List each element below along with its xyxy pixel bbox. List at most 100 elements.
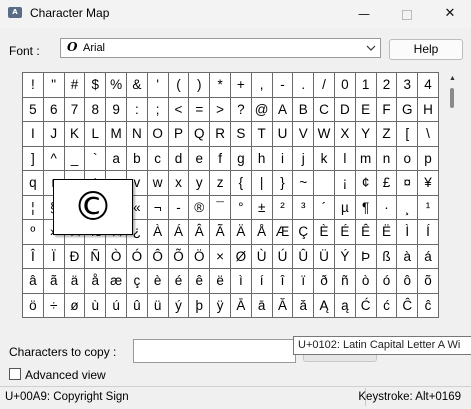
character-cell[interactable]: ú bbox=[106, 293, 127, 318]
character-cell[interactable]: ÷ bbox=[43, 293, 65, 318]
character-cell[interactable]: 7 bbox=[64, 97, 86, 122]
character-cell[interactable]: e bbox=[189, 146, 211, 171]
advanced-view-checkbox[interactable] bbox=[9, 368, 21, 380]
character-cell[interactable]: 8 bbox=[85, 97, 107, 122]
character-cell[interactable]: B bbox=[293, 97, 315, 122]
character-cell[interactable]: L bbox=[85, 122, 107, 147]
character-cell[interactable]: Æ bbox=[272, 220, 294, 245]
character-cell[interactable]: H bbox=[418, 97, 439, 122]
character-cell[interactable]: $ bbox=[85, 73, 107, 98]
character-cell[interactable]: a bbox=[106, 146, 127, 171]
grid-scrollbar[interactable]: ▲ bbox=[447, 72, 458, 322]
character-cell[interactable]: ' bbox=[147, 73, 169, 98]
character-cell[interactable]: Ñ bbox=[85, 244, 107, 269]
character-cell[interactable]: ] bbox=[23, 146, 44, 171]
character-cell[interactable]: ? bbox=[230, 97, 252, 122]
character-cell[interactable]: ñ bbox=[334, 269, 356, 294]
character-cell[interactable]: Q bbox=[189, 122, 211, 147]
character-cell[interactable]: m bbox=[355, 146, 377, 171]
character-cell[interactable]: ± bbox=[251, 195, 273, 220]
character-cell[interactable]: q bbox=[23, 171, 44, 196]
character-cell[interactable]: µ bbox=[334, 195, 356, 220]
scroll-up-icon[interactable]: ▲ bbox=[447, 75, 458, 83]
character-cell[interactable]: É bbox=[334, 220, 356, 245]
character-cell[interactable]: Ć bbox=[355, 293, 377, 318]
character-cell[interactable]: Ê bbox=[355, 220, 377, 245]
character-cell[interactable]: R bbox=[210, 122, 231, 147]
character-cell[interactable]: K bbox=[64, 122, 86, 147]
character-cell[interactable]: Í bbox=[418, 220, 439, 245]
character-cell[interactable]: W bbox=[314, 122, 335, 147]
character-cell[interactable]: º bbox=[23, 220, 44, 245]
character-cell[interactable]: ~ bbox=[293, 171, 315, 196]
character-cell[interactable]: å bbox=[85, 269, 107, 294]
character-cell[interactable]: ã bbox=[43, 269, 65, 294]
character-cell[interactable]: 9 bbox=[106, 97, 127, 122]
character-cell[interactable]: J bbox=[43, 122, 65, 147]
character-cell[interactable]: P bbox=[168, 122, 190, 147]
character-cell[interactable]: Ö bbox=[189, 244, 211, 269]
character-cell[interactable]: f bbox=[210, 146, 231, 171]
character-cell[interactable]: g bbox=[230, 146, 252, 171]
character-cell[interactable]: Ý bbox=[334, 244, 356, 269]
character-cell[interactable]: ß bbox=[376, 244, 398, 269]
character-cell[interactable]: @ bbox=[251, 97, 273, 122]
character-cell[interactable]: Ù bbox=[251, 244, 273, 269]
character-cell[interactable]: 4 bbox=[418, 73, 439, 98]
character-cell[interactable]: 1 bbox=[355, 73, 377, 98]
character-cell[interactable]: Ë bbox=[376, 220, 398, 245]
character-cell[interactable]: Û bbox=[293, 244, 315, 269]
character-cell[interactable]: è bbox=[147, 269, 169, 294]
character-cell[interactable]: Þ bbox=[355, 244, 377, 269]
character-cell[interactable]: ó bbox=[376, 269, 398, 294]
character-cell[interactable]: ¦ bbox=[23, 195, 44, 220]
character-cell[interactable]: Å bbox=[251, 220, 273, 245]
character-cell[interactable]: U bbox=[272, 122, 294, 147]
character-cell[interactable]: ° bbox=[230, 195, 252, 220]
scrollbar-thumb[interactable] bbox=[450, 88, 454, 108]
character-cell[interactable]: x bbox=[168, 171, 190, 196]
character-cell[interactable]: × bbox=[210, 244, 231, 269]
character-cell[interactable]: j bbox=[293, 146, 315, 171]
character-cell[interactable]: Â bbox=[189, 220, 211, 245]
character-cell[interactable]: á bbox=[418, 244, 439, 269]
character-cell[interactable]: ¡ bbox=[334, 171, 356, 196]
character-cell[interactable]: i bbox=[272, 146, 294, 171]
character-cell[interactable]: N bbox=[126, 122, 148, 147]
character-cell[interactable]: M bbox=[106, 122, 127, 147]
character-cell[interactable]: ý bbox=[168, 293, 190, 318]
character-cell[interactable]: ø bbox=[64, 293, 86, 318]
character-cell[interactable]: * bbox=[210, 73, 231, 98]
character-cell[interactable]: ą bbox=[334, 293, 356, 318]
character-cell[interactable]: î bbox=[272, 269, 294, 294]
character-cell[interactable]: 5 bbox=[23, 97, 44, 122]
character-cell[interactable] bbox=[314, 171, 335, 196]
character-cell[interactable]: ¹ bbox=[418, 195, 439, 220]
characters-to-copy-input[interactable] bbox=[133, 339, 296, 363]
character-cell[interactable]: ð bbox=[314, 269, 335, 294]
character-cell[interactable]: , bbox=[251, 73, 273, 98]
character-cell[interactable]: ă bbox=[293, 293, 315, 318]
character-cell[interactable]: ® bbox=[189, 195, 211, 220]
character-cell[interactable]: Ã bbox=[210, 220, 231, 245]
advanced-view-label[interactable]: Advanced view bbox=[25, 368, 106, 382]
character-cell[interactable]: Ú bbox=[272, 244, 294, 269]
character-cell[interactable]: ¬ bbox=[147, 195, 169, 220]
character-cell[interactable]: ò bbox=[355, 269, 377, 294]
character-cell[interactable]: C bbox=[314, 97, 335, 122]
character-cell[interactable]: } bbox=[272, 171, 294, 196]
character-cell[interactable]: û bbox=[126, 293, 148, 318]
character-cell[interactable]: \ bbox=[418, 122, 439, 147]
character-cell[interactable]: / bbox=[314, 73, 335, 98]
character-cell[interactable]: â bbox=[23, 269, 44, 294]
character-cell[interactable]: > bbox=[210, 97, 231, 122]
character-cell[interactable]: · bbox=[376, 195, 398, 220]
character-cell[interactable]: # bbox=[64, 73, 86, 98]
character-cell[interactable]: < bbox=[168, 97, 190, 122]
character-cell[interactable]: ´ bbox=[314, 195, 335, 220]
character-cell[interactable]: ¯ bbox=[210, 195, 231, 220]
character-cell[interactable]: % bbox=[106, 73, 127, 98]
character-cell[interactable]: ² bbox=[272, 195, 294, 220]
character-cell[interactable]: Î bbox=[23, 244, 44, 269]
character-cell[interactable]: 2 bbox=[376, 73, 398, 98]
